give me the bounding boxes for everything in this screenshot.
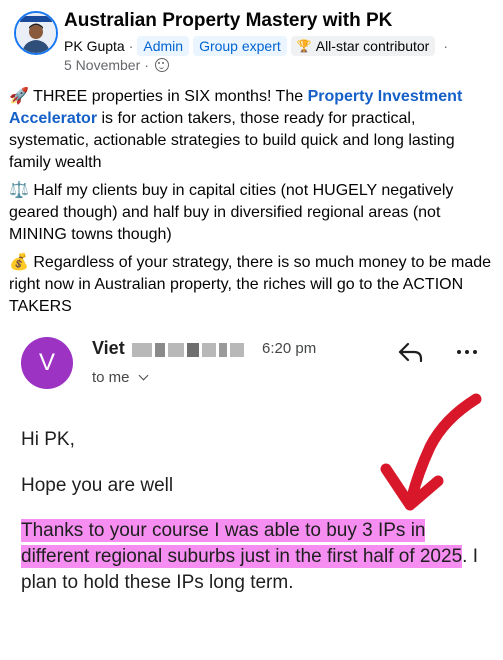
author-name[interactable]: PK Gupta bbox=[64, 38, 125, 54]
redacted-surname bbox=[132, 343, 244, 357]
separator-dot: · bbox=[443, 38, 448, 54]
group-avatar[interactable] bbox=[14, 11, 58, 55]
separator-dot: · bbox=[128, 38, 134, 54]
contributor-badge-label: All-star contributor bbox=[315, 38, 430, 54]
post-date-row: 5 November · bbox=[64, 57, 169, 73]
trophy-icon: 🏆 bbox=[296, 39, 312, 53]
post-date[interactable]: 5 November bbox=[64, 57, 140, 73]
post-body: 🚀 THREE properties in SIX months! The Pr… bbox=[9, 86, 495, 324]
email-line-2: Hope you are well bbox=[21, 475, 174, 496]
red-arrow-annotation bbox=[380, 393, 482, 511]
author-row: PK Gupta · Admin Group expert 🏆 All-star… bbox=[64, 36, 452, 56]
recipient-label: to me bbox=[92, 369, 130, 386]
paragraph-1-prefix: 🚀 THREE properties in SIX months! The bbox=[9, 88, 308, 105]
group-name[interactable]: Australian Property Mastery with PK bbox=[64, 10, 392, 32]
post-paragraph-1: 🚀 THREE properties in SIX months! The Pr… bbox=[9, 86, 495, 174]
post-paragraph-2: ⚖️ Half my clients buy in capital cities… bbox=[9, 182, 454, 243]
sender-avatar[interactable]: V bbox=[21, 337, 73, 389]
separator-dot: · bbox=[144, 57, 149, 73]
post-paragraph-3: 💰 Regardless of your strategy, there is … bbox=[9, 254, 492, 315]
email-time: 6:20 pm bbox=[262, 340, 317, 357]
all-star-contributor-badge[interactable]: 🏆 All-star contributor bbox=[290, 36, 436, 56]
admin-badge[interactable]: Admin bbox=[137, 36, 190, 56]
recipient-row[interactable]: to me bbox=[92, 369, 148, 386]
more-options-icon[interactable] bbox=[452, 342, 482, 362]
email-greeting: Hi PK, bbox=[21, 429, 75, 450]
group-expert-badge[interactable]: Group expert bbox=[193, 36, 287, 56]
sender-name[interactable]: Viet bbox=[92, 338, 125, 359]
group-privacy-icon bbox=[154, 58, 169, 72]
reply-icon[interactable] bbox=[396, 340, 426, 364]
post-header: Australian Property Mastery with PK PK G… bbox=[0, 0, 503, 80]
chevron-down-icon bbox=[138, 370, 148, 381]
email-message: Thanks to your course I was able to buy … bbox=[21, 518, 491, 596]
highlighted-text: Thanks to your course I was able to buy … bbox=[21, 519, 463, 568]
